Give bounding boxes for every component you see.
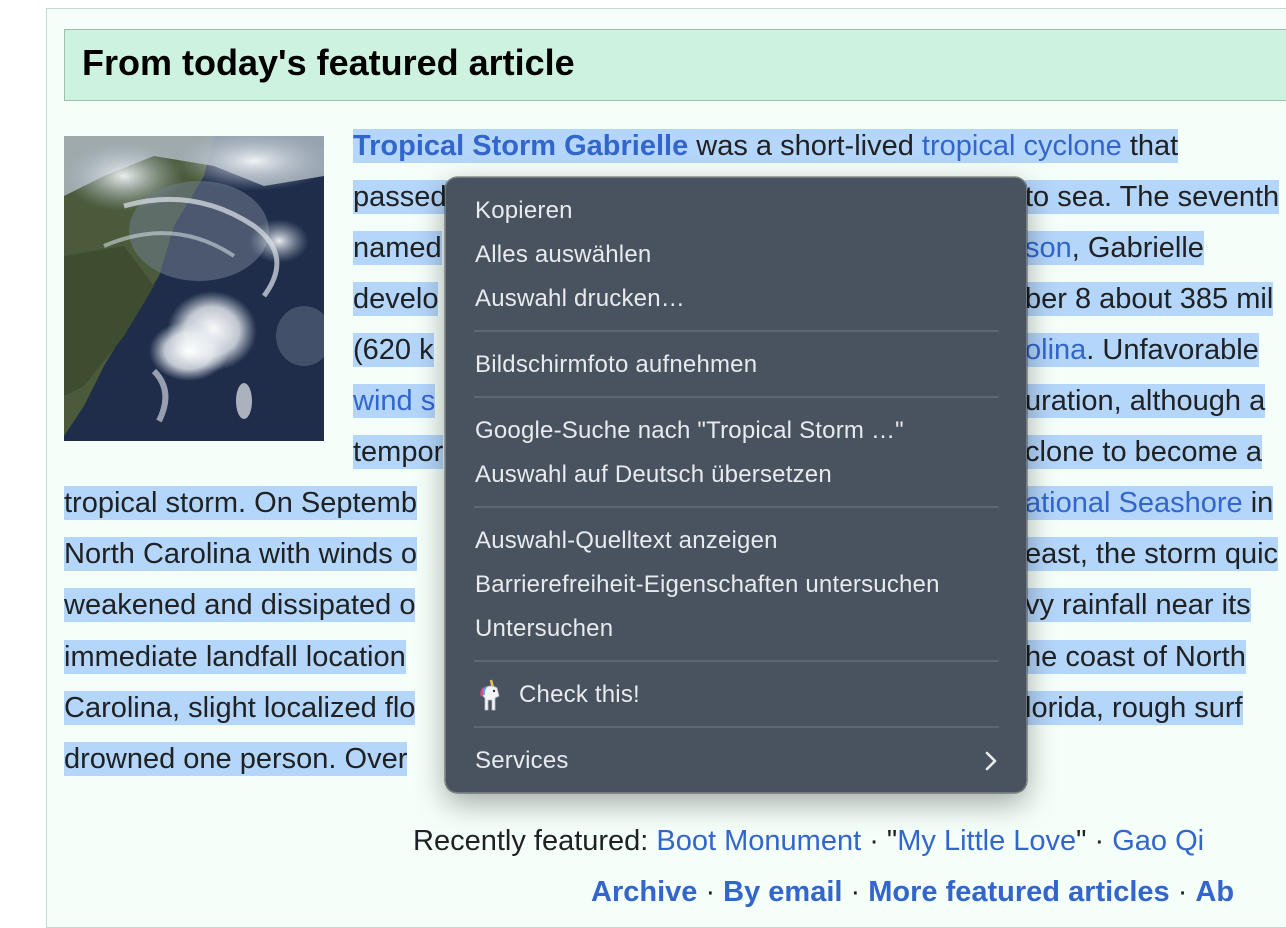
article-line: ational Seashore in bbox=[1025, 486, 1274, 520]
menu-item-bildschirmfoto[interactable]: Bildschirmfoto aufnehmen bbox=[475, 346, 757, 384]
featured-article-title: From today's featured article bbox=[82, 42, 575, 83]
menu-item-untersuchen[interactable]: Untersuchen bbox=[475, 610, 613, 648]
article-text: lorida, rough surf bbox=[1025, 692, 1243, 724]
article-line: uration, although a bbox=[1025, 384, 1266, 418]
article-text: to sea. The seventh bbox=[1025, 181, 1280, 213]
article-link[interactable]: son bbox=[1025, 232, 1072, 264]
article-text: in bbox=[1242, 487, 1274, 519]
article-text: (620 k bbox=[353, 334, 434, 366]
menu-separator bbox=[474, 506, 999, 508]
article-text: was a short-lived bbox=[688, 130, 922, 162]
article-line: clone to become a bbox=[1025, 435, 1262, 469]
article-text: immediate landfall location bbox=[64, 641, 406, 673]
separator: · " bbox=[861, 825, 898, 857]
article-line: tropical storm. On Septemb bbox=[64, 486, 417, 520]
article-text: clone to become a bbox=[1025, 436, 1262, 468]
article-line: son, Gabrielle bbox=[1025, 231, 1204, 265]
article-text: drowned one person. Over bbox=[64, 743, 408, 775]
article-link[interactable]: Tropical Storm Gabrielle bbox=[353, 130, 688, 162]
article-line: ber 8 about 385 mil bbox=[1025, 282, 1274, 316]
article-link[interactable]: wind s bbox=[353, 385, 435, 417]
article-text: he coast of North bbox=[1025, 641, 1246, 673]
menu-item-check-this[interactable]: Check this! bbox=[519, 676, 640, 714]
article-text: weakened and dissipated o bbox=[64, 589, 416, 621]
separator: · bbox=[697, 876, 724, 908]
separator: " · bbox=[1076, 825, 1113, 857]
menu-item-kopieren[interactable]: Kopieren bbox=[475, 192, 573, 230]
article-text: uration, although a bbox=[1025, 385, 1266, 417]
article-line: Carolina, slight localized flo bbox=[64, 691, 416, 725]
article-text: east, the storm quic bbox=[1025, 538, 1279, 570]
article-text: tropical storm. On Septemb bbox=[64, 487, 417, 519]
article-line: olina. Unfavorable bbox=[1025, 333, 1259, 367]
article-link[interactable]: olina bbox=[1025, 334, 1086, 366]
article-text: develo bbox=[353, 283, 439, 315]
article-line: Tropical Storm Gabrielle was a short-liv… bbox=[353, 129, 1179, 163]
article-line: wind s bbox=[353, 384, 436, 418]
article-line: immediate landfall location bbox=[64, 640, 406, 674]
separator: · bbox=[1169, 876, 1196, 908]
article-text: Carolina, slight localized flo bbox=[64, 692, 416, 724]
menu-item-barrierefreiheit[interactable]: Barrierefreiheit-Eigenschaften untersuch… bbox=[475, 566, 940, 604]
article-line: passed bbox=[353, 180, 447, 214]
link-about[interactable]: Ab bbox=[1195, 876, 1234, 908]
link-archive[interactable]: Archive bbox=[591, 876, 697, 908]
article-line: tempor bbox=[353, 435, 444, 469]
article-text: ber 8 about 385 mil bbox=[1025, 283, 1274, 315]
article-text: tempor bbox=[353, 436, 444, 468]
article-line: develo bbox=[353, 282, 439, 316]
chevron-right-icon bbox=[985, 751, 997, 771]
article-text: named bbox=[353, 232, 442, 264]
recently-featured-line: Recently featured: Boot Monument · "My L… bbox=[413, 823, 1204, 859]
menu-item-auswahl-drucken[interactable]: Auswahl drucken… bbox=[475, 280, 685, 318]
link-more-featured-articles[interactable]: More featured articles bbox=[868, 876, 1169, 908]
article-line: drowned one person. Over bbox=[64, 742, 408, 776]
article-line: (620 k bbox=[353, 333, 434, 367]
article-text: , Gabrielle bbox=[1071, 232, 1204, 264]
article-line: he coast of North bbox=[1025, 640, 1246, 674]
link-boot-monument[interactable]: Boot Monument bbox=[656, 825, 861, 857]
article-text: that bbox=[1121, 130, 1179, 162]
menu-item-quelltext-anzeigen[interactable]: Auswahl-Quelltext anzeigen bbox=[475, 522, 778, 560]
article-text: vy rainfall near its bbox=[1025, 589, 1251, 621]
article-link[interactable]: tropical cyclone bbox=[922, 130, 1122, 162]
menu-separator bbox=[474, 330, 999, 332]
unicorn-icon bbox=[477, 678, 505, 712]
menu-separator bbox=[474, 726, 999, 728]
article-line: weakened and dissipated o bbox=[64, 588, 416, 622]
menu-separator bbox=[474, 396, 999, 398]
article-line: named bbox=[353, 231, 442, 265]
article-line: North Carolina with winds o bbox=[64, 537, 417, 571]
storm-satellite-image[interactable] bbox=[64, 136, 324, 441]
menu-item-alles-auswaehlen[interactable]: Alles auswählen bbox=[475, 236, 651, 274]
menu-item-uebersetzen[interactable]: Auswahl auf Deutsch übersetzen bbox=[475, 456, 832, 494]
menu-separator bbox=[474, 660, 999, 662]
link-my-little-love[interactable]: My Little Love bbox=[897, 825, 1076, 857]
article-link[interactable]: ational Seashore bbox=[1025, 487, 1243, 519]
recently-featured-label: Recently featured: bbox=[413, 825, 657, 857]
menu-item-google-suche[interactable]: Google-Suche nach "Tropical Storm …" bbox=[475, 412, 904, 450]
article-line: east, the storm quic bbox=[1025, 537, 1279, 571]
article-text: passed bbox=[353, 181, 447, 213]
archive-links-line: Archive · By email · More featured artic… bbox=[591, 874, 1234, 910]
link-by-email[interactable]: By email bbox=[723, 876, 842, 908]
separator: · bbox=[842, 876, 869, 908]
menu-item-services[interactable]: Services bbox=[475, 742, 569, 780]
article-line: to sea. The seventh bbox=[1025, 180, 1280, 214]
article-line: lorida, rough surf bbox=[1025, 691, 1243, 725]
article-text: North Carolina with winds o bbox=[64, 538, 417, 570]
link-gao-qi[interactable]: Gao Qi bbox=[1112, 825, 1204, 857]
article-text: . Unfavorable bbox=[1086, 334, 1259, 366]
satellite-image-graphic bbox=[64, 136, 324, 441]
article-line: vy rainfall near its bbox=[1025, 588, 1251, 622]
context-menu: Kopieren Alles auswählen Auswahl drucken… bbox=[445, 177, 1027, 793]
